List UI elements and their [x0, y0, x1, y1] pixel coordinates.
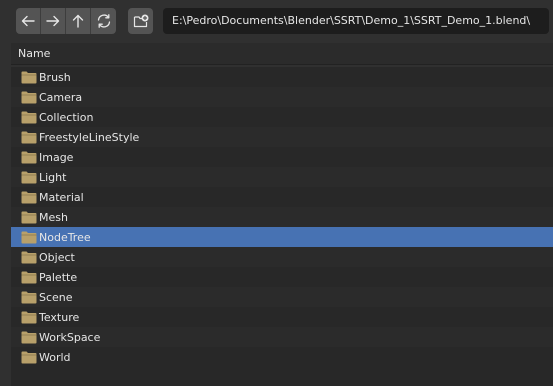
folder-icon — [21, 210, 37, 224]
file-row-palette[interactable]: Palette — [11, 267, 553, 287]
file-row-label: NodeTree — [39, 230, 91, 244]
file-row-mesh[interactable]: Mesh — [11, 207, 553, 227]
file-row-label: Image — [39, 150, 74, 164]
name-column-header[interactable]: Name — [18, 47, 50, 60]
file-row-label: FreestyleLineStyle — [39, 130, 140, 144]
file-row-label: Light — [39, 170, 67, 184]
toolbar: E:\Pedro\Documents\Blender\SSRT\Demo_1\S… — [0, 0, 553, 42]
file-row-material[interactable]: Material — [11, 187, 553, 207]
file-row-label: World — [39, 350, 71, 364]
folder-icon — [21, 110, 37, 124]
column-header[interactable]: Name — [11, 43, 553, 65]
back-button[interactable] — [16, 8, 41, 34]
file-row-label: Palette — [39, 270, 78, 284]
file-browser-window: E:\Pedro\Documents\Blender\SSRT\Demo_1\S… — [0, 0, 553, 386]
file-row-label: Object — [39, 250, 75, 264]
file-row-label: WorkSpace — [39, 330, 101, 344]
file-row-scene[interactable]: Scene — [11, 287, 553, 307]
navigation-buttons — [16, 8, 116, 34]
refresh-button[interactable] — [91, 8, 116, 34]
folder-icon — [21, 170, 37, 184]
folder-icon — [21, 130, 37, 144]
folder-icon — [21, 310, 37, 324]
folder-icon — [21, 350, 37, 364]
directory-path-field[interactable]: E:\Pedro\Documents\Blender\SSRT\Demo_1\S… — [163, 8, 549, 34]
folder-icon — [21, 230, 37, 244]
file-row-camera[interactable]: Camera — [11, 87, 553, 107]
file-row-brush[interactable]: Brush — [11, 67, 553, 87]
file-row-label: Texture — [39, 310, 80, 324]
file-row-label: Scene — [39, 290, 73, 304]
folder-icon — [21, 290, 37, 304]
folder-icon — [21, 150, 37, 164]
file-row-object[interactable]: Object — [11, 247, 553, 267]
file-row-image[interactable]: Image — [11, 147, 553, 167]
file-row-texture[interactable]: Texture — [11, 307, 553, 327]
file-row-collection[interactable]: Collection — [11, 107, 553, 127]
file-row-label: Collection — [39, 110, 94, 124]
file-row-world[interactable]: World — [11, 347, 553, 367]
file-row-freestylelinestyle[interactable]: FreestyleLineStyle — [11, 127, 553, 147]
refresh-icon — [97, 14, 110, 28]
file-row-nodetree[interactable]: NodeTree — [11, 227, 553, 247]
file-row-label: Brush — [39, 70, 71, 84]
file-row-light[interactable]: Light — [11, 167, 553, 187]
parent-directory-button[interactable] — [66, 8, 91, 34]
folder-icon — [21, 70, 37, 84]
file-list: Brush Camera Collection FreestyleLineStyle I… — [11, 67, 553, 367]
forward-button[interactable] — [41, 8, 66, 34]
arrow-left-icon — [21, 15, 35, 27]
file-list-empty-area — [11, 367, 553, 386]
new-directory-button[interactable] — [128, 8, 153, 34]
arrow-right-icon — [46, 15, 60, 27]
file-row-workspace[interactable]: WorkSpace — [11, 327, 553, 347]
folder-icon — [21, 330, 37, 344]
folder-icon — [21, 190, 37, 204]
folder-icon — [21, 270, 37, 284]
arrow-up-icon — [72, 14, 84, 28]
folder-icon — [21, 90, 37, 104]
folder-icon — [21, 250, 37, 264]
new-folder-icon — [133, 14, 148, 28]
file-row-label: Mesh — [39, 210, 68, 224]
file-row-label: Camera — [39, 90, 83, 104]
file-row-label: Material — [39, 190, 84, 204]
